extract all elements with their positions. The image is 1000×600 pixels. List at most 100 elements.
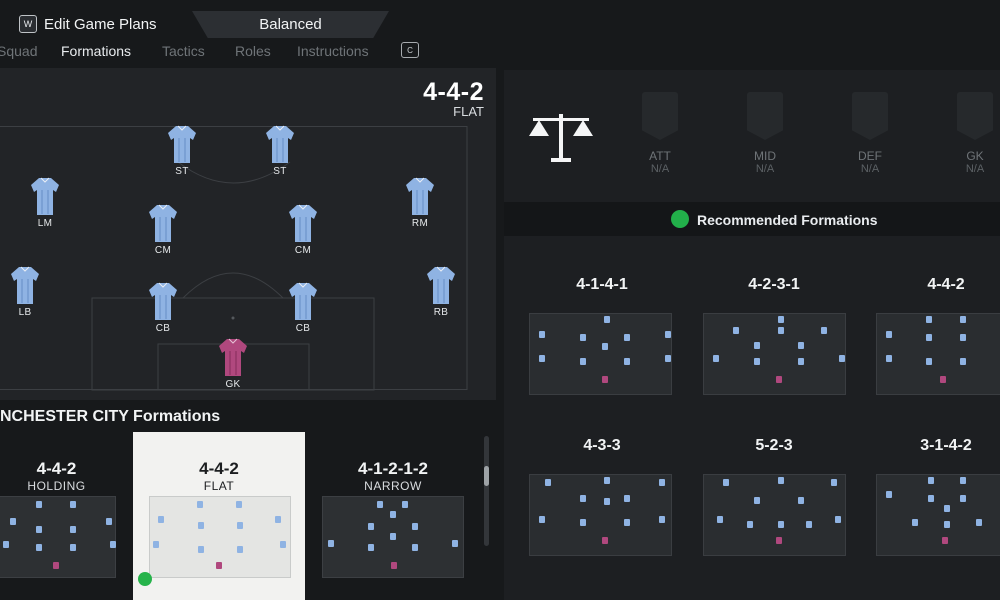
formation-card-holding[interactable]: 4-4-2 HOLDING [0, 432, 123, 600]
team-formations-title: NCHESTER CITY Formations [0, 408, 221, 425]
stat-value: N/A [755, 163, 775, 175]
top-bar: W Edit Game Plans Balanced [0, 0, 1000, 38]
position-label: CB [295, 323, 311, 334]
position-label: ST [273, 166, 287, 177]
stat-badge [852, 92, 888, 140]
formation-card-narrow[interactable]: 4-1-2-1-2 NARROW [314, 432, 472, 600]
key-w-icon[interactable]: W [19, 15, 37, 33]
position-label: CB [155, 323, 171, 334]
tab-squad[interactable]: Squad [0, 43, 37, 59]
shirt-icon [406, 177, 434, 215]
position-label: RB [433, 307, 449, 318]
key-c-icon[interactable]: C [401, 42, 419, 58]
gk-shirt-icon [219, 338, 247, 376]
formation-card-sub: HOLDING [27, 479, 86, 493]
shirt-icon [149, 282, 177, 320]
tab-tactics[interactable]: Tactics [162, 43, 205, 59]
player-rb[interactable]: RB [411, 265, 471, 318]
stat-value: N/A [965, 163, 985, 175]
recommended-card-name: 4-4-2 [927, 276, 965, 293]
game-plan-label: Balanced [259, 16, 322, 33]
game-plan-selector[interactable]: Balanced [192, 11, 389, 38]
player-st-left[interactable]: ST [152, 124, 212, 177]
mini-pitch [876, 474, 1000, 556]
stat-value: N/A [860, 163, 880, 175]
player-lb[interactable]: LB [0, 265, 55, 318]
shirt-icon [168, 125, 196, 163]
player-st-right[interactable]: ST [250, 124, 310, 177]
shirt-icon [266, 125, 294, 163]
edit-game-plans-title: Edit Game Plans [44, 16, 157, 33]
recommended-card-name: 4-1-4-1 [576, 276, 628, 293]
player-gk[interactable]: GK [203, 337, 263, 390]
mini-pitch [529, 313, 672, 395]
recommended-card-4-1-4-1[interactable]: 4-1-4-1 [522, 276, 682, 426]
recommended-card-3-1-4-2[interactable]: 3-1-4-2 [866, 437, 1000, 587]
shirt-icon [149, 204, 177, 242]
recommended-card-name: 5-2-3 [755, 437, 793, 454]
stat-gk: GK N/A [945, 92, 1000, 175]
mini-pitch [703, 313, 846, 395]
player-rm[interactable]: RM [390, 176, 450, 229]
stat-key: ATT [649, 149, 671, 163]
formation-card-name: 4-4-2 [36, 459, 77, 478]
formation-card-name: 4-4-2 [199, 459, 239, 478]
recommended-label: Recommended Formations [697, 212, 878, 228]
stat-key: DEF [858, 149, 882, 163]
recommended-card-4-4-2[interactable]: 4-4-2 [866, 276, 1000, 426]
shirt-icon [11, 266, 39, 304]
mini-pitch [529, 474, 672, 556]
shirt-icon [289, 282, 317, 320]
mini-pitch [876, 313, 1000, 395]
stat-value: N/A [650, 163, 670, 175]
scrollbar-thumb[interactable] [484, 466, 489, 486]
stat-def: DEF N/A [840, 92, 900, 175]
shirt-icon [289, 204, 317, 242]
formation-card-name: 4-1-2-1-2 [358, 459, 428, 478]
stat-att: ATT N/A [630, 92, 690, 175]
position-label: CM [154, 245, 172, 256]
mini-pitch [0, 496, 116, 578]
recommended-card-name: 4-2-3-1 [748, 276, 800, 293]
player-lm[interactable]: LM [15, 176, 75, 229]
stat-badge [642, 92, 678, 140]
formation-card-flat[interactable]: 4-4-2 FLAT [133, 432, 305, 600]
recommended-icon [671, 210, 689, 228]
stat-badge [747, 92, 783, 140]
stat-key: GK [966, 149, 984, 163]
mini-pitch [322, 496, 464, 578]
formation-card-sub: NARROW [364, 479, 422, 493]
recommended-card-name: 3-1-4-2 [920, 437, 972, 454]
current-formation: 4-4-2 FLAT [423, 78, 484, 119]
tab-roles[interactable]: Roles [235, 43, 271, 59]
tab-formations[interactable]: Formations [61, 43, 131, 59]
stat-badge [957, 92, 993, 140]
scales-icon [529, 114, 593, 162]
player-cb-right[interactable]: CB [273, 281, 333, 334]
player-cm-left[interactable]: CM [133, 203, 193, 256]
shirt-icon [31, 177, 59, 215]
player-cm-right[interactable]: CM [273, 203, 333, 256]
mini-pitch [149, 496, 291, 578]
position-label: ST [175, 166, 189, 177]
shirt-icon [427, 266, 455, 304]
position-label: RM [411, 218, 429, 229]
position-label: CM [294, 245, 312, 256]
position-label: LB [18, 307, 32, 318]
recommended-card-4-2-3-1[interactable]: 4-2-3-1 [694, 276, 854, 426]
stat-key: MID [754, 149, 776, 163]
recommended-card-5-2-3[interactable]: 5-2-3 [694, 437, 854, 587]
mini-pitch [703, 474, 846, 556]
formations-scrollbar[interactable] [484, 436, 489, 546]
current-formation-name: 4-4-2 [423, 78, 484, 106]
stat-mid: MID N/A [735, 92, 795, 175]
position-label: GK [225, 379, 241, 390]
formation-card-sub: FLAT [203, 479, 235, 493]
player-cb-left[interactable]: CB [133, 281, 193, 334]
position-label: LM [37, 218, 53, 229]
tab-instructions[interactable]: Instructions [297, 43, 369, 59]
recommended-card-name: 4-3-3 [583, 437, 621, 454]
current-formation-sub: FLAT [453, 104, 484, 119]
check-badge-icon [138, 572, 152, 586]
recommended-card-4-3-3[interactable]: 4-3-3 [522, 437, 682, 587]
